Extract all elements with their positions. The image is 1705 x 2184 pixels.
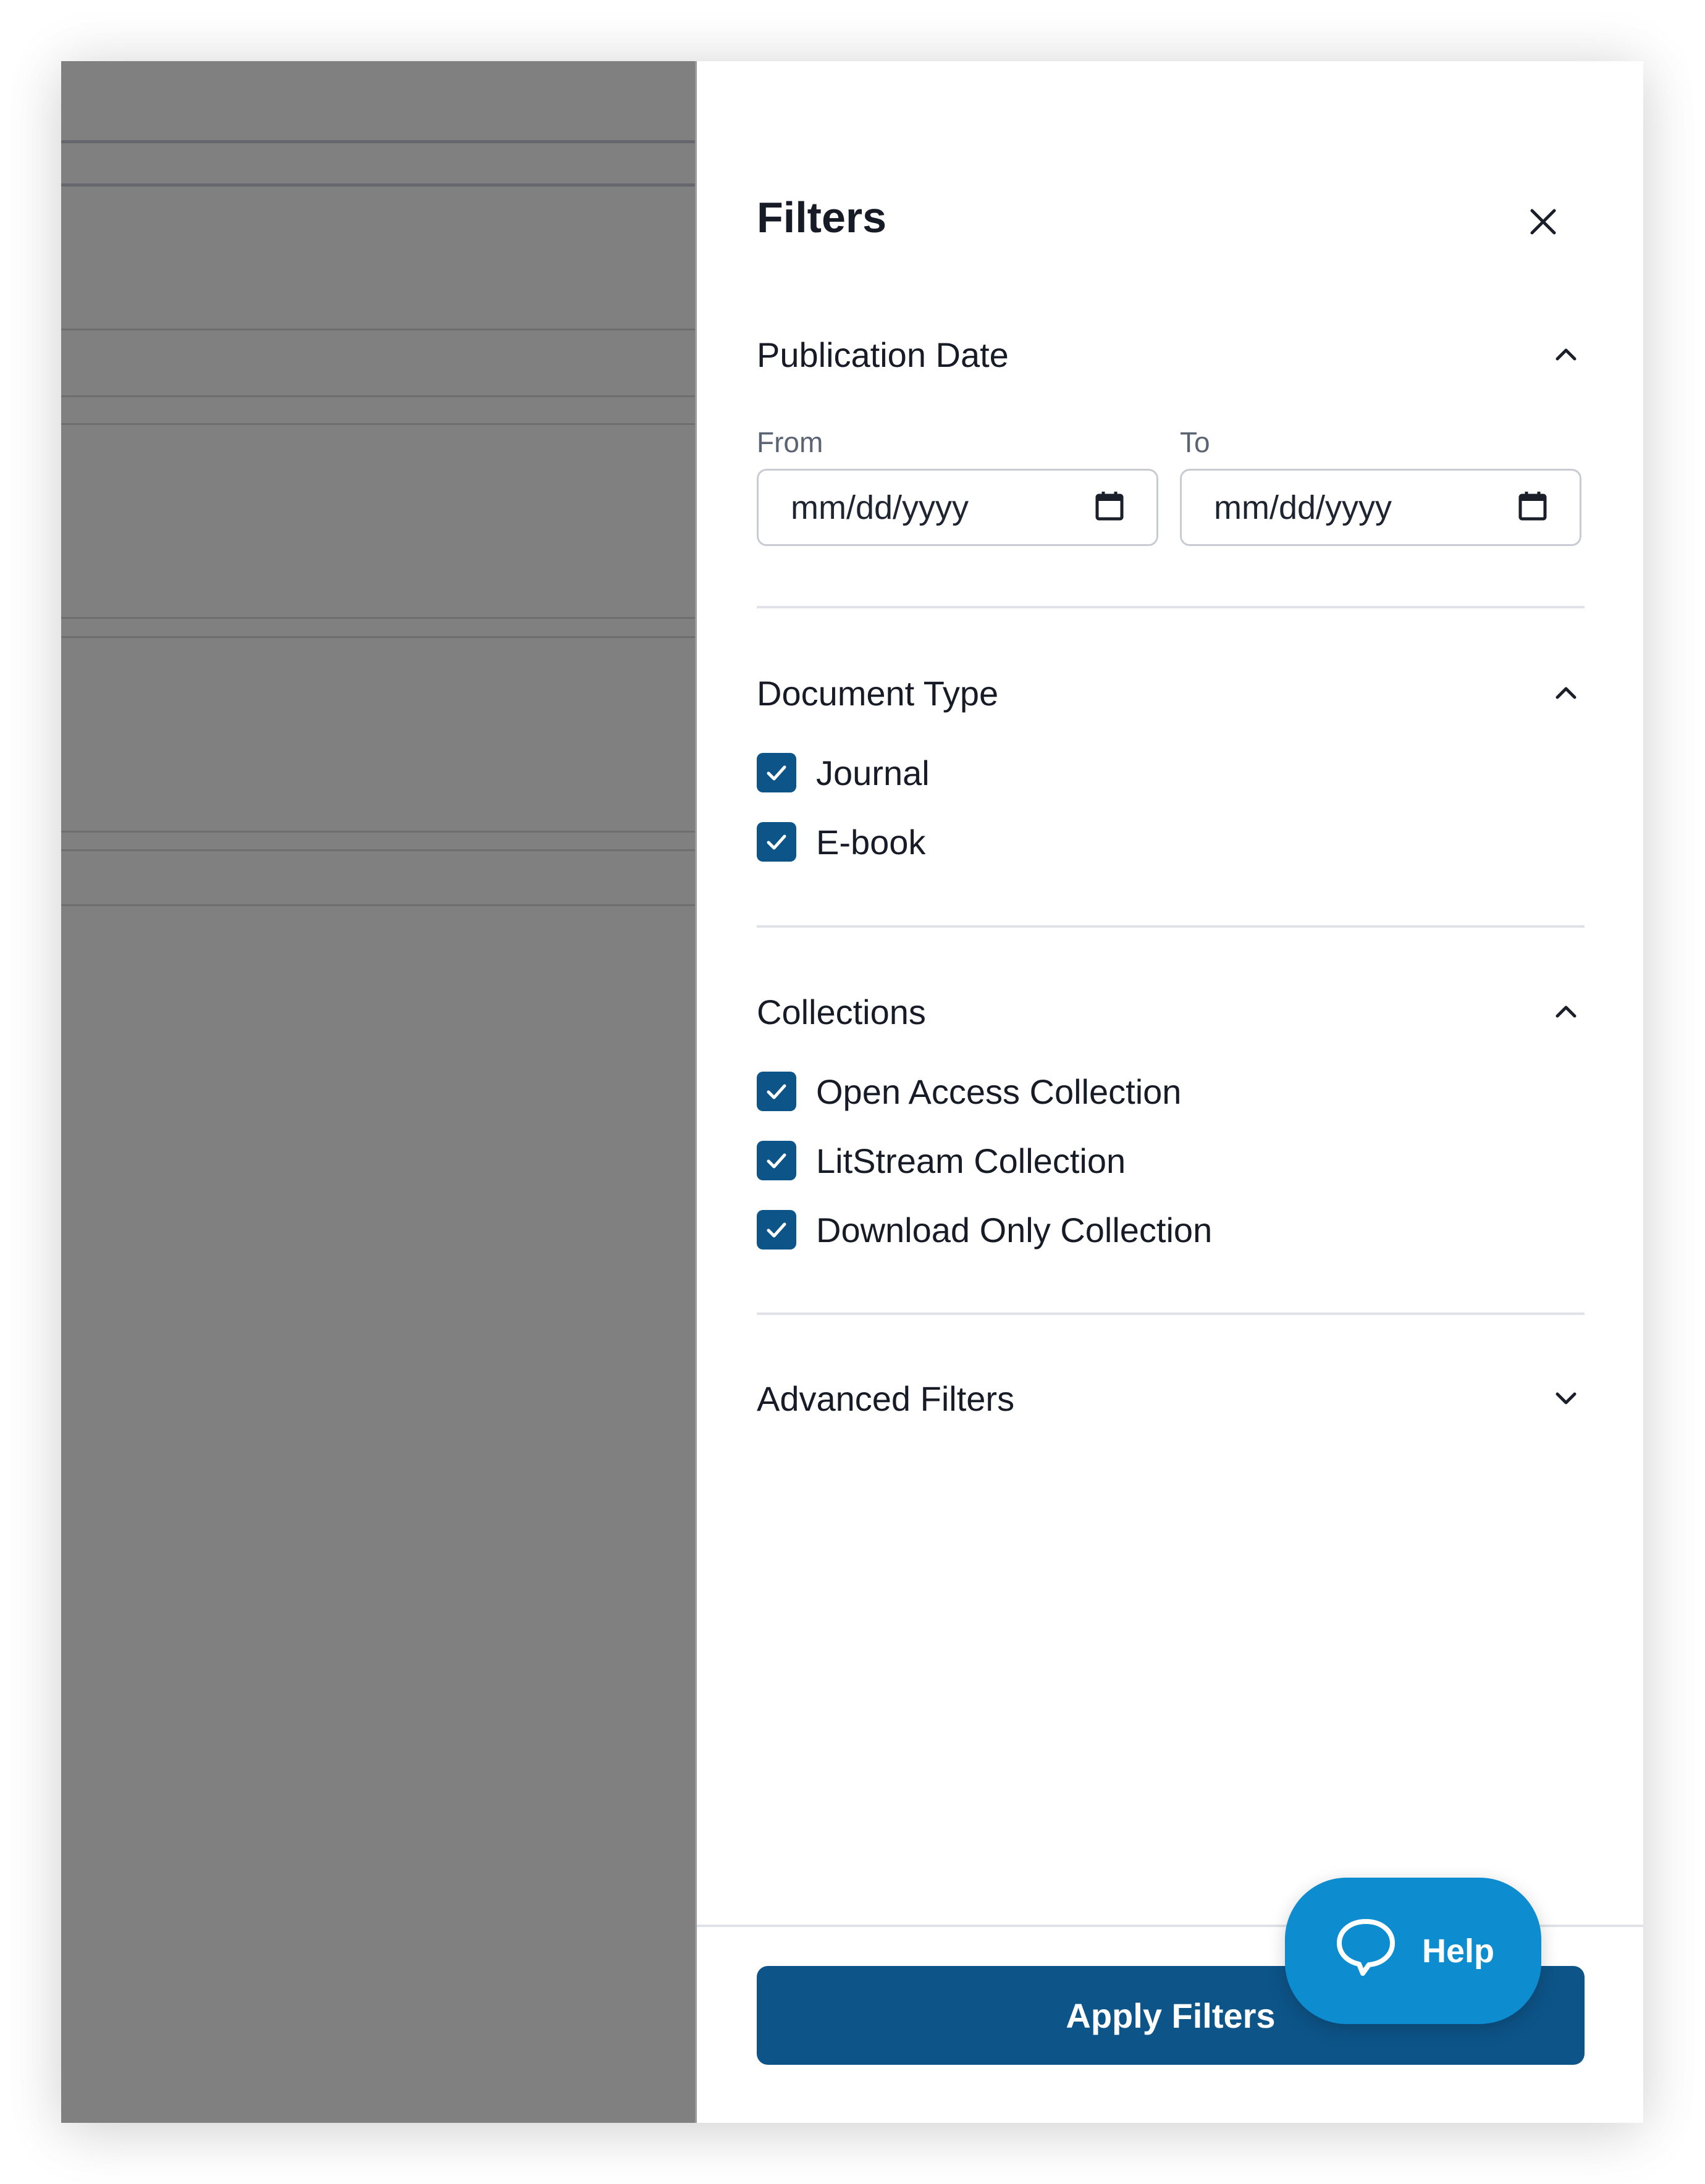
calendar-icon[interactable] xyxy=(1095,490,1124,524)
check-icon[interactable] xyxy=(757,753,796,792)
checkbox-label: Download Only Collection xyxy=(816,1210,1213,1250)
checkbox-label: Open Access Collection xyxy=(816,1072,1182,1111)
modal-backdrop[interactable] xyxy=(61,61,695,2123)
help-button[interactable]: Help xyxy=(1285,1878,1541,2024)
chevron-up-icon xyxy=(1547,993,1585,1030)
backdrop-divider xyxy=(61,395,695,397)
app-frame: Filters Publication Date From To mm/dd/y… xyxy=(61,61,1643,2123)
chevron-up-icon xyxy=(1547,674,1585,712)
to-label: To xyxy=(1180,426,1210,458)
section-header-collections[interactable]: Collections xyxy=(757,984,1585,1040)
section-divider xyxy=(757,1312,1585,1315)
close-icon xyxy=(1530,209,1556,235)
section-title: Publication Date xyxy=(757,335,1009,374)
checkbox-journal[interactable]: Journal xyxy=(757,748,930,797)
section-title: Document Type xyxy=(757,673,999,713)
drawer-title: Filters xyxy=(757,193,887,242)
checkbox-ebook[interactable]: E-book xyxy=(757,817,925,867)
chevron-down-icon xyxy=(1547,1380,1585,1417)
check-icon[interactable] xyxy=(757,822,796,862)
section-header-advanced-filters[interactable]: Advanced Filters xyxy=(757,1371,1585,1426)
checkbox-download-only-collection[interactable]: Download Only Collection xyxy=(757,1205,1212,1254)
close-button[interactable] xyxy=(1518,197,1568,246)
help-label: Help xyxy=(1421,1932,1495,1970)
from-date-placeholder: mm/dd/yyyy xyxy=(791,489,969,526)
backdrop-divider xyxy=(61,849,695,851)
from-date-input[interactable]: mm/dd/yyyy xyxy=(757,469,1158,546)
check-icon[interactable] xyxy=(757,1210,796,1250)
section-header-publication-date[interactable]: Publication Date xyxy=(757,327,1585,382)
check-icon[interactable] xyxy=(757,1072,796,1111)
calendar-icon[interactable] xyxy=(1518,490,1547,524)
backdrop-divider xyxy=(61,140,695,143)
checkbox-label: Journal xyxy=(816,753,930,792)
chevron-up-icon xyxy=(1547,336,1585,373)
backdrop-divider xyxy=(61,617,695,619)
backdrop-divider xyxy=(61,423,695,425)
to-date-placeholder: mm/dd/yyyy xyxy=(1214,489,1392,526)
backdrop-divider xyxy=(61,636,695,638)
checkbox-label: LitStream Collection xyxy=(816,1141,1126,1180)
to-date-input[interactable]: mm/dd/yyyy xyxy=(1180,469,1581,546)
backdrop-divider xyxy=(61,329,695,330)
section-title: Advanced Filters xyxy=(757,1379,1015,1418)
backdrop-divider xyxy=(61,183,695,187)
checkbox-litstream-collection[interactable]: LitStream Collection xyxy=(757,1136,1126,1185)
checkbox-label: E-book xyxy=(816,822,926,862)
section-header-document-type[interactable]: Document Type xyxy=(757,665,1585,721)
from-label: From xyxy=(757,426,823,458)
section-title: Collections xyxy=(757,992,926,1031)
checkbox-open-access-collection[interactable]: Open Access Collection xyxy=(757,1067,1181,1116)
chat-bubble-icon xyxy=(1332,1913,1400,1989)
filters-drawer: Filters Publication Date From To mm/dd/y… xyxy=(695,61,1643,2123)
section-divider xyxy=(757,925,1585,928)
check-icon[interactable] xyxy=(757,1141,796,1180)
backdrop-divider xyxy=(61,831,695,833)
section-divider xyxy=(757,606,1585,608)
backdrop-divider xyxy=(61,904,695,906)
